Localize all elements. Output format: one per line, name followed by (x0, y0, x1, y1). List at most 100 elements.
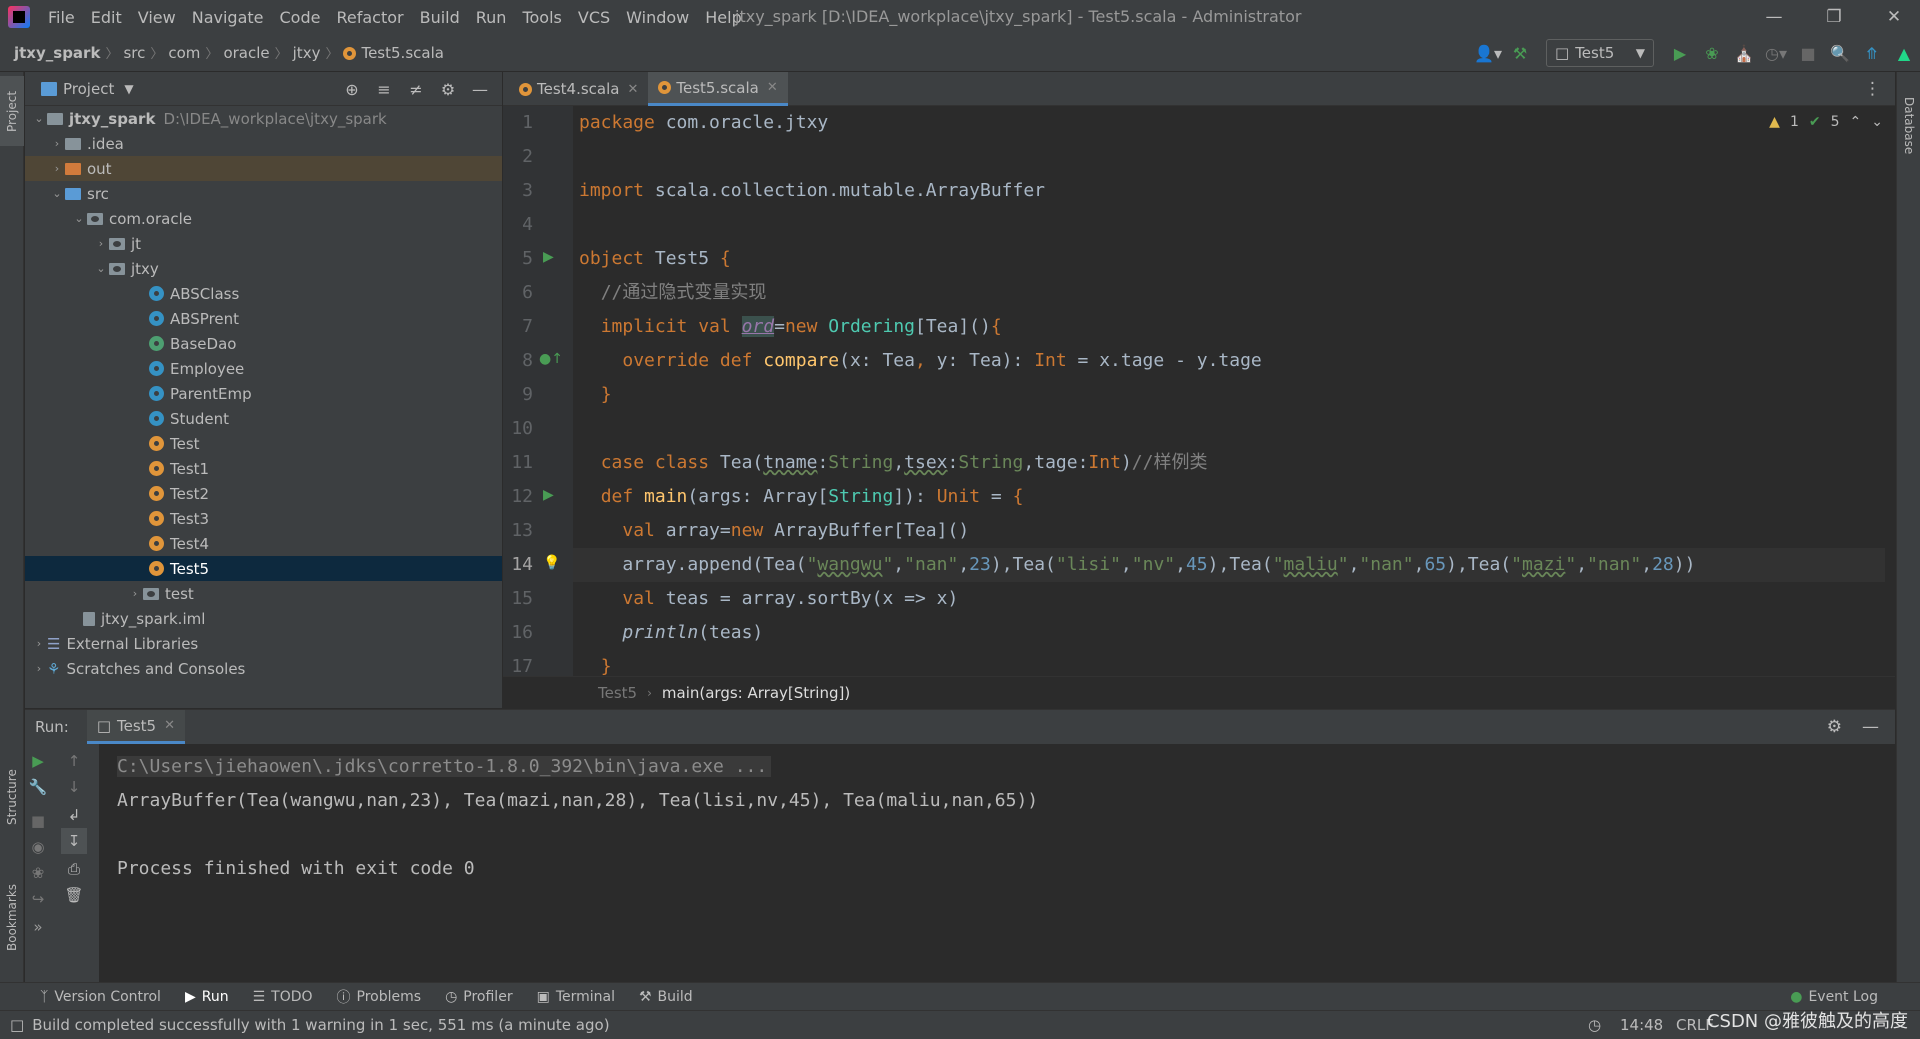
more-icon[interactable]: » (25, 914, 51, 940)
tab-bookmarks-vertical[interactable]: Bookmarks (0, 872, 24, 962)
menu-run[interactable]: Run (468, 8, 515, 27)
console-output[interactable]: C:\Users\jiehaowen\.jdks\corretto-1.8.0_… (117, 750, 1038, 886)
status-panel-icon[interactable]: □ (10, 1016, 24, 1034)
hide-panel-icon[interactable]: — (1862, 717, 1879, 737)
tree-item-test2[interactable]: Test2 (25, 481, 502, 506)
menu-window[interactable]: Window (618, 8, 697, 27)
tree-item-external-libraries[interactable]: › ☰ External Libraries (25, 631, 502, 656)
tab-version-control[interactable]: ᛉ Version Control (30, 989, 175, 1005)
tree-item-scratches[interactable]: › ⚘ Scratches and Consoles (25, 656, 502, 681)
tree-item-out[interactable]: › out (25, 156, 502, 181)
tree-item-test5[interactable]: Test5 (25, 556, 502, 581)
restore-button[interactable]: ❐ (1816, 4, 1852, 30)
chevron-right-icon[interactable]: › (49, 137, 65, 150)
breadcrumb-com[interactable]: com (163, 44, 205, 62)
project-panel-title[interactable]: Project (63, 80, 114, 98)
tree-item-test4[interactable]: Test4 (25, 531, 502, 556)
chevron-right-icon[interactable]: › (49, 162, 65, 175)
breadcrumb-project[interactable]: jtxy_spark (0, 44, 105, 62)
tab-todo[interactable]: ☰ TODO (243, 989, 327, 1005)
tab-run[interactable]: ▶ Run (175, 989, 243, 1005)
hide-panel-icon[interactable]: — (464, 76, 496, 102)
tree-item-iml[interactable]: jtxy_spark.iml (25, 606, 502, 631)
tree-item-absclass[interactable]: ABSClass (25, 281, 502, 306)
tab-test5[interactable]: Test5.scala ✕ (648, 72, 788, 106)
wrench-icon[interactable]: 🔧 (25, 774, 51, 800)
login-icon[interactable]: ↪ (25, 886, 51, 912)
debug-bug-icon[interactable]: ❀ (1696, 38, 1728, 68)
tab-build[interactable]: ⚒ Build (629, 989, 707, 1005)
tree-item-parentemp[interactable]: ParentEmp (25, 381, 502, 406)
menu-tools[interactable]: Tools (514, 8, 569, 27)
soft-wrap-icon[interactable]: ↲ (61, 802, 87, 828)
chevron-down-icon[interactable]: ⌄ (31, 112, 47, 125)
update-icon[interactable]: ⤊ (1856, 38, 1888, 68)
run-icon[interactable]: ▶ (1664, 38, 1696, 68)
tree-item-test3[interactable]: Test3 (25, 506, 502, 531)
tab-database-vertical[interactable]: Database (1897, 86, 1920, 166)
tree-item-jt[interactable]: › jt (25, 231, 502, 256)
chevron-right-icon[interactable]: › (31, 637, 47, 650)
tree-item-src[interactable]: ⌄ src (25, 181, 502, 206)
menu-edit[interactable]: Edit (83, 8, 130, 27)
collapse-all-icon[interactable]: ≠ (400, 76, 432, 102)
menu-view[interactable]: View (130, 8, 184, 27)
tab-terminal[interactable]: ▣ Terminal (527, 989, 629, 1005)
breadcrumb-oracle[interactable]: oracle (218, 44, 274, 62)
chevron-right-icon[interactable]: › (31, 662, 47, 675)
tree-item-employee[interactable]: Employee (25, 356, 502, 381)
caret-position[interactable]: 14:48 (1620, 1016, 1663, 1034)
locate-file-icon[interactable]: ⊕ (336, 76, 368, 102)
chevron-up-icon[interactable]: ⌃ (1850, 114, 1862, 130)
status-message[interactable]: Build completed successfully with 1 warn… (32, 1016, 609, 1034)
chevron-down-icon[interactable]: ⌄ (1871, 114, 1883, 130)
close-icon[interactable]: ✕ (627, 82, 638, 97)
up-arrow-icon[interactable]: ↑ (61, 748, 87, 774)
menu-refactor[interactable]: Refactor (328, 8, 411, 27)
camera-icon[interactable]: ◉ (25, 834, 51, 860)
chevron-down-icon[interactable]: ⌄ (71, 212, 87, 225)
tree-item-com-oracle[interactable]: ⌄ com.oracle (25, 206, 502, 231)
close-button[interactable]: ✕ (1876, 4, 1912, 30)
scroll-to-end-icon[interactable]: ↧ (61, 828, 87, 854)
debug-bug-icon[interactable]: ❀ (25, 860, 51, 886)
tab-problems[interactable]: ⓘ Problems (327, 987, 436, 1007)
expand-all-icon[interactable]: ≡ (368, 76, 400, 102)
chevron-down-icon[interactable]: ⌄ (49, 187, 65, 200)
plugin-icon[interactable]: ▲ (1888, 38, 1920, 68)
menu-build[interactable]: Build (412, 8, 468, 27)
chevron-down-icon[interactable]: ▼ (124, 82, 133, 96)
override-gutter-icon[interactable]: ●↑ (539, 351, 563, 367)
close-icon[interactable]: ✕ (164, 718, 175, 733)
menu-code[interactable]: Code (272, 8, 329, 27)
tree-item-test1[interactable]: Test1 (25, 456, 502, 481)
minimize-button[interactable]: — (1756, 4, 1792, 30)
tree-item-absprent[interactable]: ABSPrent (25, 306, 502, 331)
tab-structure-vertical[interactable]: Structure (0, 757, 24, 837)
stop-icon[interactable]: ■ (25, 808, 51, 834)
chevron-down-icon[interactable]: ⌄ (93, 262, 109, 275)
lightbulb-icon[interactable]: 💡 (543, 555, 560, 571)
run-gutter-icon[interactable]: ▶ (543, 487, 554, 503)
breadcrumb-src[interactable]: src (118, 44, 150, 62)
tab-test4[interactable]: Test4.scala ✕ (509, 72, 648, 106)
menu-file[interactable]: File (40, 8, 83, 27)
rerun-icon[interactable]: ▶ (25, 748, 51, 774)
trash-icon[interactable]: 🗑 (61, 882, 87, 908)
menu-navigate[interactable]: Navigate (184, 8, 272, 27)
coverage-icon[interactable]: ⛪ (1728, 38, 1760, 68)
tree-item-idea[interactable]: › .idea (25, 131, 502, 156)
chevron-right-icon[interactable]: › (93, 237, 109, 250)
code-area[interactable]: package com.oracle.jtxy import scala.col… (573, 106, 1885, 676)
user-icon[interactable]: 👤▾ (1472, 38, 1504, 68)
editor-breadcrumb-method[interactable]: main(args: Array[String]) (662, 684, 850, 702)
menu-vcs[interactable]: VCS (570, 8, 618, 27)
run-tab-test5[interactable]: □ Test5 ✕ (86, 710, 186, 744)
gear-icon[interactable]: ⚙ (432, 76, 464, 102)
print-icon[interactable]: ⎙ (61, 856, 87, 882)
console-command[interactable]: C:\Users\jiehaowen\.jdks\corretto-1.8.0_… (117, 756, 772, 777)
chevron-right-icon[interactable]: › (127, 587, 143, 600)
tree-item-root[interactable]: ⌄ jtxy_spark D:\IDEA_workplace\jtxy_spark (25, 106, 502, 131)
tree-item-test-folder[interactable]: › test (25, 581, 502, 606)
profile-icon[interactable]: ◷▾ (1760, 38, 1792, 68)
